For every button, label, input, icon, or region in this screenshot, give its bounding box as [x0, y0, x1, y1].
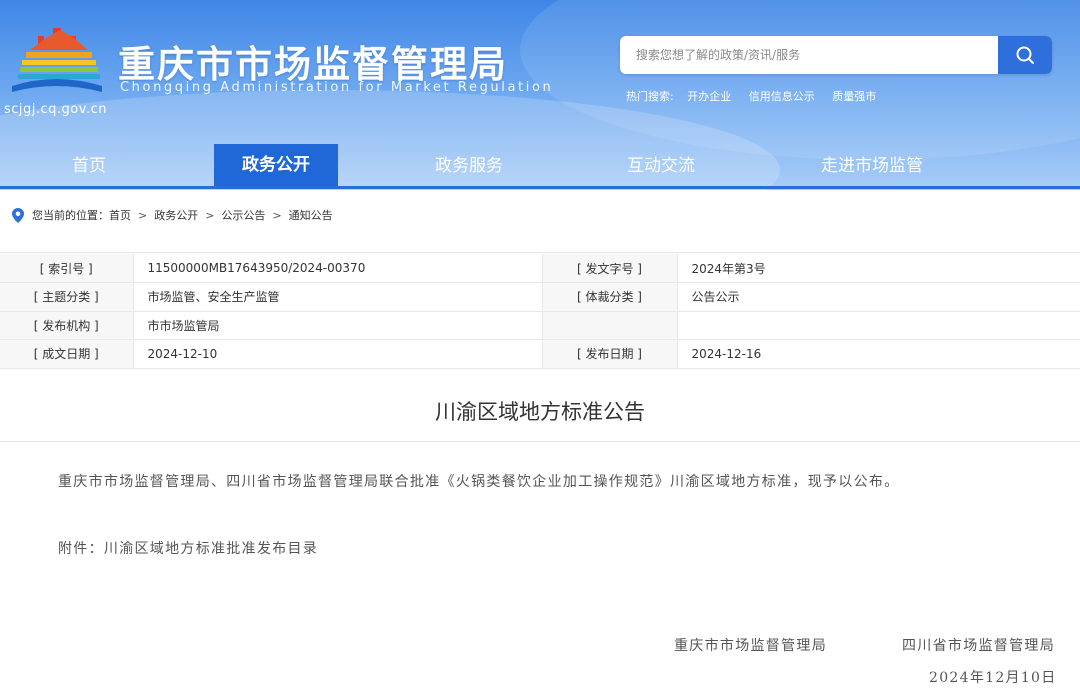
site-logo-icon[interactable] — [8, 22, 104, 100]
breadcrumb-item-announcements[interactable]: 公示公告 — [221, 207, 265, 223]
breadcrumb-item-home[interactable]: 首页 — [109, 207, 131, 223]
nav-item-about-market-supervision[interactable]: 走进市场监管 — [806, 144, 938, 188]
meta-label: [ 体裁分类 ] — [542, 282, 678, 312]
nav-divider — [0, 186, 1080, 189]
meta-value: 11500000MB17643950/2024-00370 — [133, 254, 543, 283]
document-metadata-table: [ 索引号 ] 11500000MB17643950/2024-00370 [ … — [0, 254, 1080, 369]
meta-label: [ 成文日期 ] — [0, 339, 134, 369]
search-input[interactable] — [620, 36, 1012, 74]
attachment-link[interactable]: 附件：川渝区域地方标准批准发布目录 — [58, 538, 318, 558]
article-paragraph: 重庆市市场监督管理局、四川省市场监督管理局联合批准《火锅类餐饮企业加工操作规范》… — [58, 474, 900, 490]
signature-chongqing: 重庆市市场监督管理局 — [674, 638, 827, 654]
breadcrumb: 您当前的位置： 首页 > 政务公开 > 公示公告 > 通知公告 — [12, 206, 333, 224]
breadcrumb-separator: > — [205, 208, 215, 222]
meta-value: 2024-12-16 — [677, 339, 1080, 369]
table-row: [ 主题分类 ] 市场监管、安全生产监管 [ 体裁分类 ] 公告公示 — [0, 282, 1080, 312]
title-rule — [0, 441, 1080, 442]
nav-item-interaction[interactable]: 互动交流 — [606, 144, 716, 188]
article-title: 川渝区域地方标准公告 — [435, 400, 645, 424]
hot-search-link[interactable]: 开办企业 — [687, 90, 731, 103]
hot-search-label: 热门搜索: — [626, 90, 674, 103]
meta-value: 2024年第3号 — [677, 254, 1080, 283]
breadcrumb-separator: > — [138, 208, 148, 222]
site-header: scjgj.cq.gov.cn 重庆市市场监督管理局 Chongqing Adm… — [0, 0, 1080, 190]
table-row: [ 成文日期 ] 2024-12-10 [ 发布日期 ] 2024-12-16 — [0, 339, 1080, 369]
signature-sichuan: 四川省市场监督管理局 — [902, 638, 1055, 654]
hot-search-link[interactable]: 质量强市 — [832, 90, 876, 103]
meta-value: 市市场监管局 — [133, 311, 543, 340]
meta-label — [542, 311, 678, 340]
meta-label: [ 发文字号 ] — [542, 254, 678, 283]
search-button[interactable] — [998, 36, 1052, 74]
breadcrumb-rule — [0, 252, 1080, 253]
meta-label: [ 发布日期 ] — [542, 339, 678, 369]
signature-date: 2024年12月10日 — [929, 670, 1057, 686]
search-icon — [1016, 46, 1034, 64]
table-row: [ 发布机构 ] 市市场监管局 — [0, 311, 1080, 340]
meta-value: 公告公示 — [677, 282, 1080, 312]
breadcrumb-item-government-affairs[interactable]: 政务公开 — [154, 207, 198, 223]
meta-value: 市场监管、安全生产监管 — [133, 282, 543, 312]
breadcrumb-item-notices[interactable]: 通知公告 — [289, 207, 333, 223]
breadcrumb-separator: > — [272, 208, 282, 222]
nav-item-home[interactable]: 首页 — [40, 144, 138, 188]
hot-search: 热门搜索: 开办企业 信用信息公示 质量强市 — [626, 88, 890, 104]
meta-label: [ 索引号 ] — [0, 254, 134, 283]
meta-value: 2024-12-10 — [133, 339, 543, 369]
site-subtitle: Chongqing Administration for Market Regu… — [120, 80, 554, 95]
breadcrumb-prefix: 您当前的位置： — [32, 209, 109, 222]
meta-value — [677, 311, 1080, 340]
nav-item-government-affairs[interactable]: 政务公开 — [214, 144, 338, 188]
search-box — [620, 36, 1052, 74]
nav-item-government-services[interactable]: 政务服务 — [414, 144, 524, 188]
location-pin-icon — [12, 207, 24, 223]
main-nav: 首页 政务公开 政务服务 互动交流 走进市场监管 — [0, 140, 1080, 188]
meta-label: [ 发布机构 ] — [0, 311, 134, 340]
hot-search-link[interactable]: 信用信息公示 — [749, 90, 815, 103]
meta-label: [ 主题分类 ] — [0, 282, 134, 312]
table-row: [ 索引号 ] 11500000MB17643950/2024-00370 [ … — [0, 254, 1080, 283]
site-domain: scjgj.cq.gov.cn — [4, 102, 107, 117]
